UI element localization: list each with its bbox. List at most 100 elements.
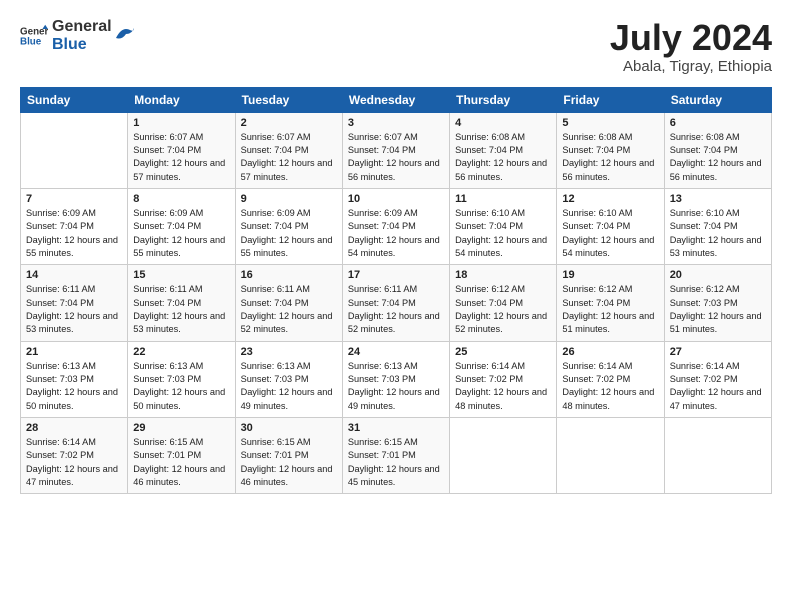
day-number: 29 <box>133 422 229 434</box>
day-number: 8 <box>133 193 229 205</box>
cell-details: Sunrise: 6:08 AMSunset: 7:04 PMDaylight:… <box>455 132 547 182</box>
day-number: 11 <box>455 193 551 205</box>
calendar-cell: 30 Sunrise: 6:15 AMSunset: 7:01 PMDayligh… <box>235 418 342 494</box>
location-subtitle: Abala, Tigray, Ethiopia <box>610 58 772 75</box>
day-number: 14 <box>26 269 122 281</box>
day-number: 23 <box>241 346 337 358</box>
calendar-cell: 23Sunrise: 6:13 AMSunset: 7:03 PMDayligh… <box>235 341 342 417</box>
logo-blue: Blue <box>52 36 112 54</box>
day-number: 10 <box>348 193 444 205</box>
cell-details: Sunrise: 6:12 AMSunset: 7:04 PMDaylight:… <box>455 284 547 334</box>
calendar-cell: 8Sunrise: 6:09 AMSunset: 7:04 PMDaylight… <box>128 188 235 264</box>
logo-bird-icon <box>114 24 136 42</box>
cell-details: Sunrise: 6:11 AMSunset: 7:04 PMDaylight:… <box>348 284 440 334</box>
calendar-cell: 10 Sunrise: 6:09 AMSunset: 7:04 PMDayligh… <box>342 188 449 264</box>
header-day-friday: Friday <box>557 87 664 112</box>
calendar-week-row: 14 Sunrise: 6:11 AMSunset: 7:04 PMDayligh… <box>21 265 772 341</box>
calendar-cell: 7Sunrise: 6:09 AMSunset: 7:04 PMDaylight… <box>21 188 128 264</box>
svg-text:Blue: Blue <box>20 37 42 48</box>
day-number: 6 <box>670 117 766 129</box>
day-number: 15 <box>133 269 229 281</box>
calendar-cell: 24 Sunrise: 6:13 AMSunset: 7:03 PMDayligh… <box>342 341 449 417</box>
calendar-week-row: 21 Sunrise: 6:13 AMSunset: 7:03 PMDayligh… <box>21 341 772 417</box>
day-number: 7 <box>26 193 122 205</box>
title-block: July 2024 Abala, Tigray, Ethiopia <box>610 18 772 75</box>
day-number: 31 <box>348 422 444 434</box>
day-number: 28 <box>26 422 122 434</box>
day-number: 30 <box>241 422 337 434</box>
day-number: 13 <box>670 193 766 205</box>
page: General Blue General Blue July 2024 Abal… <box>0 0 792 506</box>
calendar-cell: 16 Sunrise: 6:11 AMSunset: 7:04 PMDayligh… <box>235 265 342 341</box>
cell-details: Sunrise: 6:14 AMSunset: 7:02 PMDaylight:… <box>455 361 547 411</box>
calendar-cell: 4Sunrise: 6:08 AMSunset: 7:04 PMDaylight… <box>450 112 557 188</box>
header-day-wednesday: Wednesday <box>342 87 449 112</box>
cell-details: Sunrise: 6:11 AMSunset: 7:04 PMDaylight:… <box>241 284 333 334</box>
calendar-cell: 14 Sunrise: 6:11 AMSunset: 7:04 PMDayligh… <box>21 265 128 341</box>
header-day-sunday: Sunday <box>21 87 128 112</box>
day-number: 16 <box>241 269 337 281</box>
day-number: 27 <box>670 346 766 358</box>
cell-details: Sunrise: 6:11 AMSunset: 7:04 PMDaylight:… <box>133 284 225 334</box>
cell-details: Sunrise: 6:09 AMSunset: 7:04 PMDaylight:… <box>241 208 333 258</box>
day-number: 3 <box>348 117 444 129</box>
day-number: 19 <box>562 269 658 281</box>
calendar-cell: 27Sunrise: 6:14 AMSunset: 7:02 PMDayligh… <box>664 341 771 417</box>
cell-details: Sunrise: 6:11 AMSunset: 7:04 PMDaylight:… <box>26 284 118 334</box>
calendar-cell: 6 Sunrise: 6:08 AMSunset: 7:04 PMDaylight… <box>664 112 771 188</box>
calendar-cell <box>21 112 128 188</box>
cell-details: Sunrise: 6:13 AMSunset: 7:03 PMDaylight:… <box>133 361 225 411</box>
day-number: 2 <box>241 117 337 129</box>
cell-details: Sunrise: 6:10 AMSunset: 7:04 PMDaylight:… <box>562 208 654 258</box>
calendar-cell: 28 Sunrise: 6:14 AMSunset: 7:02 PMDayligh… <box>21 418 128 494</box>
day-number: 9 <box>241 193 337 205</box>
calendar-cell <box>557 418 664 494</box>
cell-details: Sunrise: 6:08 AMSunset: 7:04 PMDaylight:… <box>670 132 762 182</box>
calendar-table: SundayMondayTuesdayWednesdayThursdayFrid… <box>20 87 772 495</box>
day-number: 5 <box>562 117 658 129</box>
cell-details: Sunrise: 6:08 AMSunset: 7:04 PMDaylight:… <box>562 132 654 182</box>
cell-details: Sunrise: 6:07 AMSunset: 7:04 PMDaylight:… <box>133 132 225 182</box>
cell-details: Sunrise: 6:07 AMSunset: 7:04 PMDaylight:… <box>348 132 440 182</box>
header: General Blue General Blue July 2024 Abal… <box>20 18 772 75</box>
cell-details: Sunrise: 6:09 AMSunset: 7:04 PMDaylight:… <box>348 208 440 258</box>
calendar-cell: 12Sunrise: 6:10 AMSunset: 7:04 PMDayligh… <box>557 188 664 264</box>
calendar-cell: 20Sunrise: 6:12 AMSunset: 7:03 PMDayligh… <box>664 265 771 341</box>
logo: General Blue General Blue <box>20 18 136 55</box>
cell-details: Sunrise: 6:13 AMSunset: 7:03 PMDaylight:… <box>348 361 440 411</box>
calendar-cell: 31Sunrise: 6:15 AMSunset: 7:01 PMDayligh… <box>342 418 449 494</box>
cell-details: Sunrise: 6:14 AMSunset: 7:02 PMDaylight:… <box>26 437 118 487</box>
cell-details: Sunrise: 6:10 AMSunset: 7:04 PMDaylight:… <box>670 208 762 258</box>
cell-details: Sunrise: 6:13 AMSunset: 7:03 PMDaylight:… <box>26 361 118 411</box>
calendar-cell: 11 Sunrise: 6:10 AMSunset: 7:04 PMDayligh… <box>450 188 557 264</box>
calendar-cell <box>664 418 771 494</box>
day-number: 21 <box>26 346 122 358</box>
cell-details: Sunrise: 6:10 AMSunset: 7:04 PMDaylight:… <box>455 208 547 258</box>
cell-details: Sunrise: 6:12 AMSunset: 7:03 PMDaylight:… <box>670 284 762 334</box>
logo-icon: General Blue <box>20 22 48 50</box>
day-number: 18 <box>455 269 551 281</box>
calendar-cell: 22 Sunrise: 6:13 AMSunset: 7:03 PMDayligh… <box>128 341 235 417</box>
cell-details: Sunrise: 6:14 AMSunset: 7:02 PMDaylight:… <box>562 361 654 411</box>
cell-details: Sunrise: 6:15 AMSunset: 7:01 PMDaylight:… <box>133 437 225 487</box>
calendar-cell: 3 Sunrise: 6:07 AMSunset: 7:04 PMDaylight… <box>342 112 449 188</box>
day-number: 17 <box>348 269 444 281</box>
day-number: 1 <box>133 117 229 129</box>
day-number: 24 <box>348 346 444 358</box>
month-year-title: July 2024 <box>610 18 772 58</box>
logo-general: General <box>52 18 112 36</box>
cell-details: Sunrise: 6:15 AMSunset: 7:01 PMDaylight:… <box>241 437 333 487</box>
calendar-cell: 26 Sunrise: 6:14 AMSunset: 7:02 PMDayligh… <box>557 341 664 417</box>
header-day-thursday: Thursday <box>450 87 557 112</box>
calendar-cell <box>450 418 557 494</box>
calendar-cell: 18 Sunrise: 6:12 AMSunset: 7:04 PMDayligh… <box>450 265 557 341</box>
calendar-header-row: SundayMondayTuesdayWednesdayThursdayFrid… <box>21 87 772 112</box>
day-number: 22 <box>133 346 229 358</box>
calendar-cell: 17 Sunrise: 6:11 AMSunset: 7:04 PMDayligh… <box>342 265 449 341</box>
calendar-cell: 1 Sunrise: 6:07 AMSunset: 7:04 PMDaylight… <box>128 112 235 188</box>
calendar-cell: 9 Sunrise: 6:09 AMSunset: 7:04 PMDaylight… <box>235 188 342 264</box>
calendar-week-row: 28 Sunrise: 6:14 AMSunset: 7:02 PMDayligh… <box>21 418 772 494</box>
calendar-week-row: 7 Sunrise: 6:09 AMSunset: 7:04 PMDaylight… <box>21 188 772 264</box>
day-number: 26 <box>562 346 658 358</box>
calendar-cell: 19Sunrise: 6:12 AMSunset: 7:04 PMDayligh… <box>557 265 664 341</box>
